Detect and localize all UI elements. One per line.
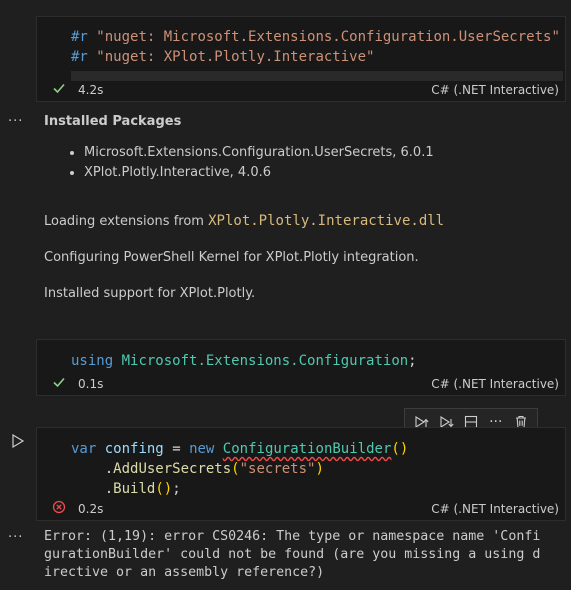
error-output: Error: (1,19): error CS0246: The type or… (44, 528, 560, 582)
output-area-1: Installed Packages Microsoft.Extensions.… (44, 114, 434, 183)
code-cell-using[interactable]: using Microsoft.Extensions.Configuration… (36, 339, 566, 396)
installed-packages-heading: Installed Packages (44, 114, 182, 129)
check-icon (53, 377, 65, 388)
code-line-1: #r "nuget: Microsoft.Extensions.Configur… (71, 27, 560, 47)
keyword-new: new (189, 441, 215, 457)
identifier: confing (104, 441, 164, 457)
cell-status-bar: 0.1s C# (.NET Interactive) (37, 373, 565, 395)
cell-status-bar: 4.2s C# (.NET Interactive) (37, 79, 565, 101)
error-line: Error: (1,19): error CS0246: The type or… (44, 529, 541, 544)
equals: = (172, 441, 181, 457)
list-item: XPlot.Plotly.Interactive, 4.0.6 (84, 163, 434, 183)
code-line-2: #r "nuget: XPlot.Plotly.Interactive" (71, 47, 374, 67)
execution-time: 4.2s (78, 83, 104, 97)
loading-extensions-line: Loading extensions from XPlot.Plotly.Int… (44, 213, 444, 229)
keyword-var: var (71, 441, 97, 457)
nuget-arg-xplot: "nuget: XPlot.Plotly.Interactive" (96, 49, 375, 65)
paren: ) (399, 441, 409, 457)
code-cell-nuget[interactable]: #r "nuget: Microsoft.Extensions.Configur… (36, 16, 566, 102)
paren: ( (391, 441, 400, 457)
loading-text: Loading extensions from (44, 214, 204, 229)
output-more-icon[interactable]: ··· (8, 114, 24, 129)
error-icon (52, 500, 66, 514)
directive-r: #r (71, 29, 88, 45)
keyword-using: using (71, 353, 114, 369)
configuring-line: Configuring PowerShell Kernel for XPlot.… (44, 250, 419, 265)
execution-time: 0.1s (78, 377, 104, 391)
error-line: irective or an assembly reference?) (44, 565, 325, 580)
code-line-var: var confing = new ConfigurationBuilder() (71, 439, 408, 459)
language-picker[interactable]: C# (.NET Interactive) (431, 83, 559, 97)
type-error-squiggle: ConfigurationBuilder (222, 441, 392, 457)
nuget-arg-usersecrets: "nuget: Microsoft.Extensions.Configurati… (96, 29, 560, 45)
namespace: Microsoft.Extensions.Configuration (121, 353, 409, 369)
code-cell-configuration-builder[interactable]: var confing = new ConfigurationBuilder()… (36, 427, 566, 521)
cell-status-bar: 0.2s C# (.NET Interactive) (37, 498, 565, 520)
language-picker[interactable]: C# (.NET Interactive) (431, 502, 559, 516)
directive-r: #r (71, 49, 88, 65)
execution-time: 0.2s (78, 502, 104, 516)
string-arg: "secrets" (239, 461, 316, 477)
installed-support-line: Installed support for XPlot.Plotly. (44, 286, 256, 301)
list-item: Microsoft.Extensions.Configuration.UserS… (84, 143, 434, 163)
loading-file: XPlot.Plotly.Interactive.dll (208, 213, 445, 229)
output-more-icon[interactable]: ··· (8, 530, 24, 545)
code-line-addusersecrets: .AddUserSecrets("secrets") (104, 461, 324, 477)
semicolon: ; (172, 481, 181, 497)
semicolon: ; (408, 353, 417, 369)
run-cell-icon[interactable] (11, 433, 25, 449)
package-list: Microsoft.Extensions.Configuration.UserS… (44, 143, 434, 183)
code-line-build: .Build(); (104, 481, 181, 497)
method-addusersecrets: AddUserSecrets (113, 461, 232, 477)
error-line: gurationBuilder' could not be found (are… (44, 547, 541, 562)
method-build: Build (113, 481, 156, 497)
language-picker[interactable]: C# (.NET Interactive) (431, 377, 559, 391)
check-icon (53, 83, 65, 94)
code-line-using: using Microsoft.Extensions.Configuration… (71, 351, 417, 371)
